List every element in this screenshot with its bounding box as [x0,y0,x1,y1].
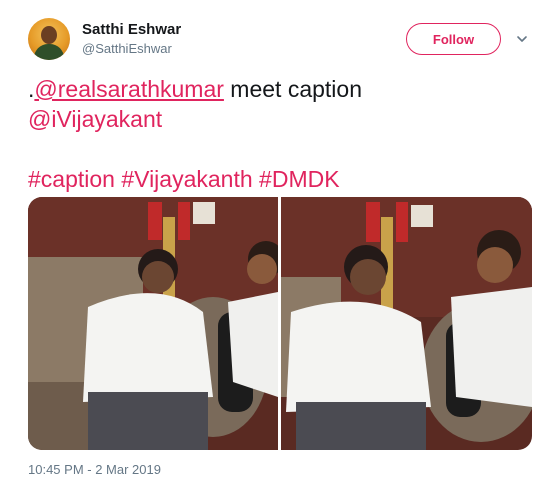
photo-2[interactable] [281,197,532,450]
avatar-body [34,44,64,60]
hashtag-vijayakanth[interactable]: #Vijayakanth [121,166,252,192]
photo-1[interactable] [28,197,278,450]
tweet-timestamp[interactable]: 10:45 PM - 2 Mar 2019 [28,462,161,477]
chevron-down-icon[interactable] [516,33,528,45]
tweet-text: .@realsarathkumar meet caption @iVijayak… [28,74,528,194]
user-handle[interactable]: @SatthiEshwar [82,41,172,56]
media-grid [28,197,532,450]
tweet-text-mid: meet caption [223,76,363,102]
user-name[interactable]: Satthi Eshwar [82,21,181,38]
mention-ivijayakant[interactable]: @iVijayakant [28,106,162,132]
hashtag-caption[interactable]: #caption [28,166,115,192]
avatar[interactable] [28,18,70,60]
hashtag-dmdk[interactable]: #DMDK [259,166,340,192]
mention-realsarathkumar[interactable]: @realsarathkumar [34,76,224,102]
avatar-head [41,26,57,44]
follow-button[interactable]: Follow [406,23,501,55]
